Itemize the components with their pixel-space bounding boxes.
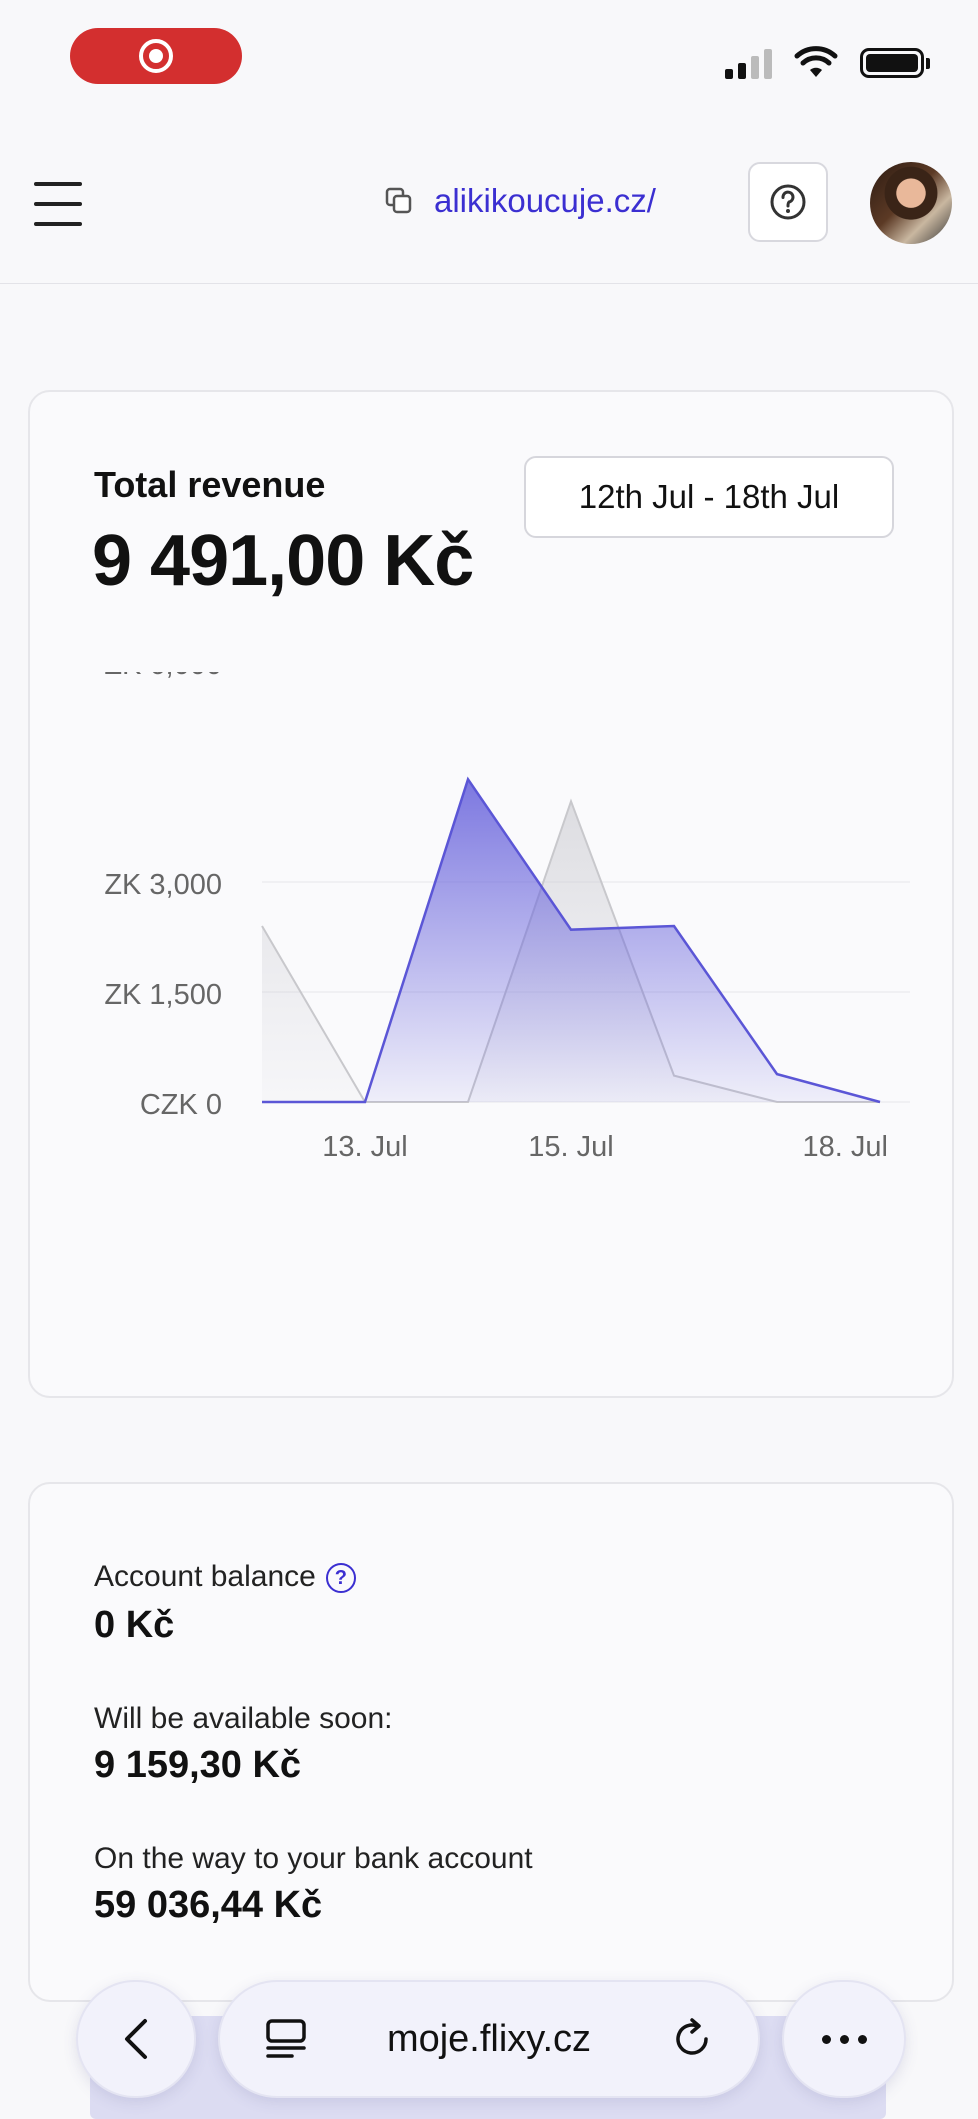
wifi-icon xyxy=(794,46,838,77)
avatar[interactable] xyxy=(870,162,952,244)
revenue-chart: CZK 0 ZK 1,500 ZK 3,000 ZK 6,000 13. Jul 15. … xyxy=(104,672,910,1163)
browser-url-text[interactable]: moje.flixy.cz xyxy=(387,2018,591,2061)
more-options-button[interactable] xyxy=(782,1980,906,2098)
account-balance-label: Account balance? xyxy=(94,1560,356,1594)
back-button[interactable] xyxy=(76,1980,196,2098)
more-dots-icon xyxy=(821,2034,867,2044)
app-header: alikikoucuje.cz/ xyxy=(0,130,978,284)
record-icon xyxy=(139,39,173,73)
date-range-button[interactable]: 12th Jul - 18th Jul xyxy=(524,456,894,538)
account-balance-text: Account balance xyxy=(94,1560,316,1593)
site-url-text[interactable]: alikikoucuje.cz/ xyxy=(434,182,656,220)
screen-recording-indicator[interactable] xyxy=(70,28,242,84)
available-soon-label: Will be available soon: xyxy=(94,1702,393,1735)
bank-transfer-label: On the way to your bank account xyxy=(94,1842,533,1875)
hamburger-menu-icon[interactable] xyxy=(34,182,82,226)
help-circle-icon[interactable]: ? xyxy=(325,1563,356,1594)
x-tick-label: 18. Jul xyxy=(803,1131,888,1163)
revenue-card: Total revenue 9 491,00 Kč 12th Jul - 18t… xyxy=(28,390,954,1398)
x-tick-label: 13. Jul xyxy=(322,1131,407,1163)
browser-url-bar[interactable]: moje.flixy.cz xyxy=(218,1980,760,2098)
reload-icon[interactable] xyxy=(670,2017,714,2061)
bank-transfer-value: 59 036,44 Kč xyxy=(94,1884,323,1926)
site-url-link[interactable]: alikikoucuje.cz/ xyxy=(384,182,656,220)
question-circle-icon xyxy=(770,184,806,220)
revenue-title: Total revenue xyxy=(94,464,326,505)
y-tick-label: ZK 6,000 xyxy=(104,672,222,681)
battery-icon xyxy=(860,48,930,78)
account-balance-value: 0 Kč xyxy=(94,1604,175,1646)
chevron-left-icon xyxy=(125,2019,147,2059)
copy-icon[interactable] xyxy=(384,186,414,216)
balance-card: Account balance? 0 Kč Will be available … xyxy=(28,1482,954,2002)
status-bar xyxy=(0,0,978,110)
x-tick-label: 15. Jul xyxy=(528,1131,613,1163)
y-tick-label: CZK 0 xyxy=(140,1089,222,1121)
help-button[interactable] xyxy=(748,162,828,242)
revenue-amount: 9 491,00 Kč xyxy=(92,521,474,601)
y-tick-label: ZK 3,000 xyxy=(104,869,222,901)
available-soon-value: 9 159,30 Kč xyxy=(94,1744,302,1786)
status-icons xyxy=(725,46,930,80)
cellular-signal-icon xyxy=(725,47,772,79)
reader-mode-icon[interactable] xyxy=(264,2017,308,2061)
y-tick-label: ZK 1,500 xyxy=(104,979,222,1011)
